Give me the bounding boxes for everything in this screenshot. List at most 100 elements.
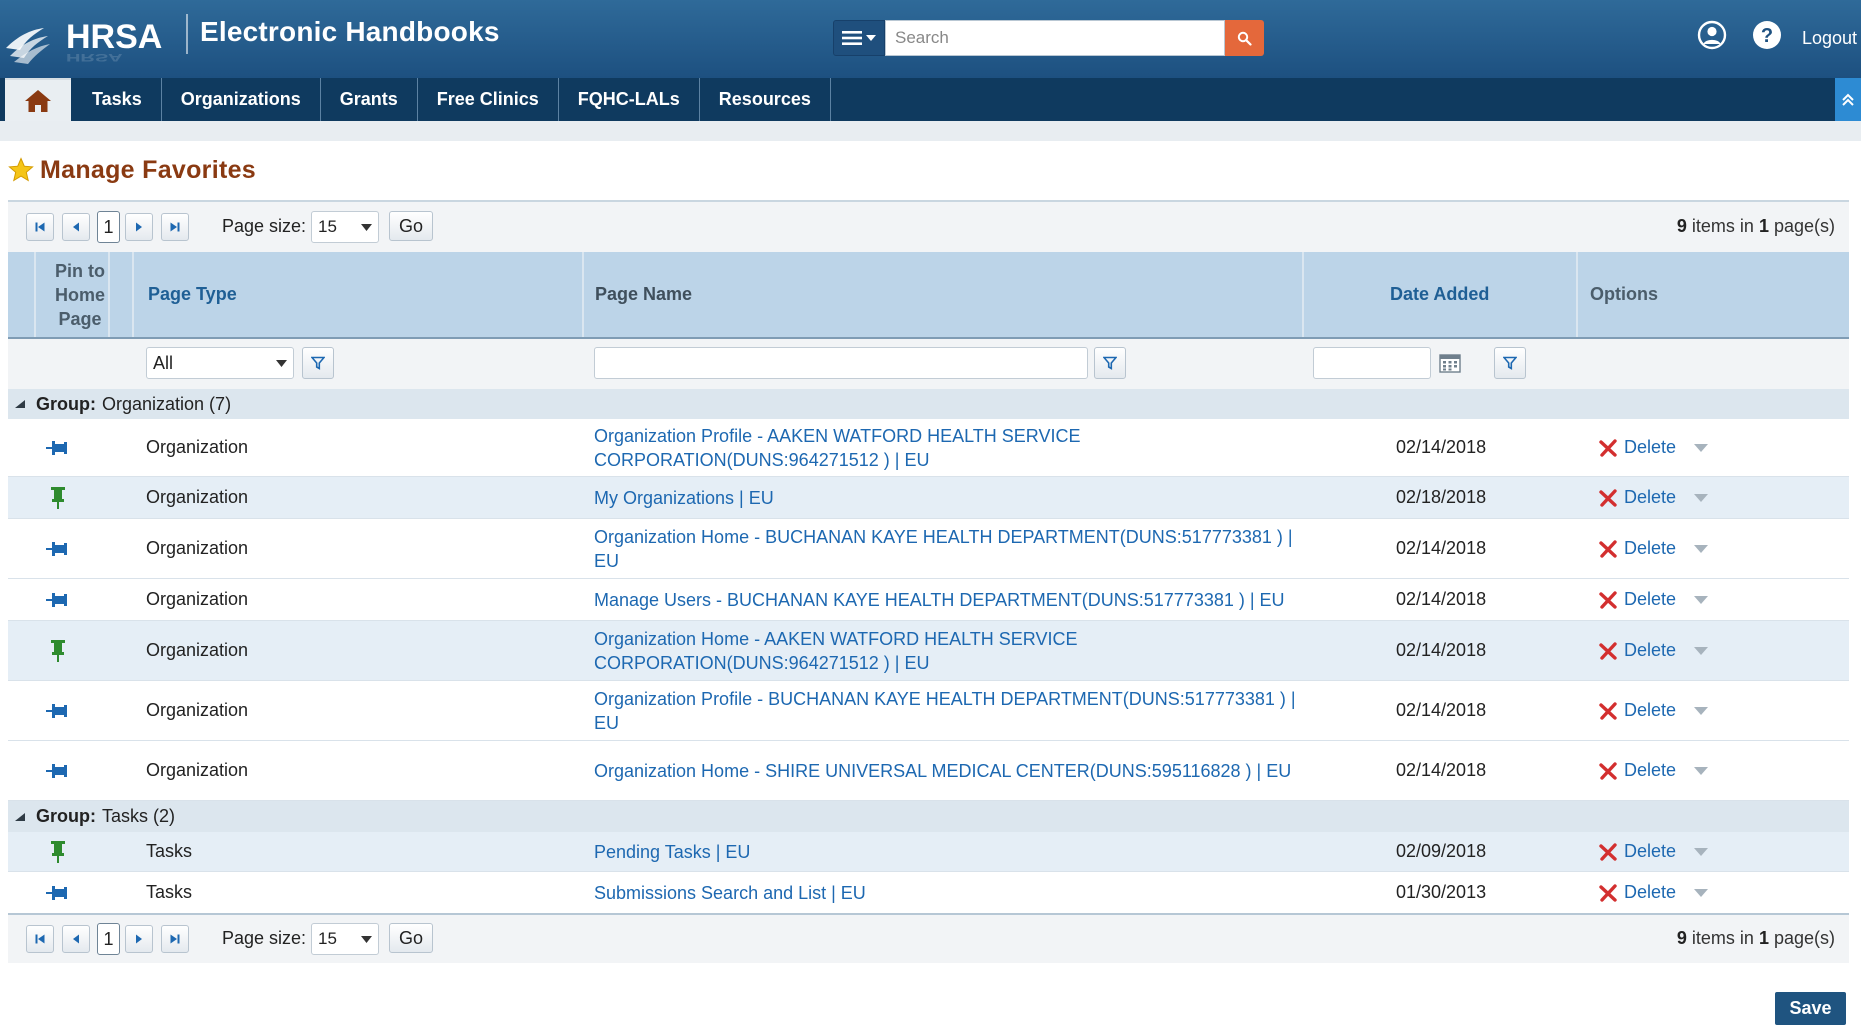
double-chevron-up-icon <box>1842 93 1854 106</box>
pin-toggle[interactable] <box>43 579 73 620</box>
column-header-date-added[interactable]: Date Added <box>1390 252 1489 337</box>
pager-first-button[interactable] <box>26 925 54 953</box>
date-added-filter-input[interactable] <box>1313 347 1431 379</box>
search-button[interactable] <box>1225 20 1264 56</box>
pager-prev-button[interactable] <box>62 925 90 953</box>
page-name-link[interactable]: Pending Tasks | EU <box>594 832 1314 871</box>
nav-collapse-button[interactable] <box>1835 78 1861 121</box>
page-name-filter-button[interactable] <box>1094 347 1126 379</box>
nav-home-tab[interactable] <box>5 78 71 121</box>
caret-down-icon[interactable] <box>1694 706 1709 715</box>
pager-current-page[interactable]: 1 <box>97 923 120 955</box>
caret-down-icon[interactable] <box>1694 544 1709 553</box>
filter-icon <box>1103 356 1117 370</box>
caret-down-icon <box>866 35 876 41</box>
column-header-page-name[interactable]: Page Name <box>595 252 692 337</box>
page-name-link[interactable]: Organization Home - BUCHANAN KAYE HEALTH… <box>594 519 1314 578</box>
nav-tab-free-clinics[interactable]: Free Clinics <box>418 78 559 121</box>
page-name-link[interactable]: My Organizations | EU <box>594 477 1314 518</box>
options-cell: Delete <box>1598 741 1709 800</box>
delete-x-icon[interactable] <box>1598 590 1618 610</box>
page-name-link[interactable]: Organization Home - SHIRE UNIVERSAL MEDI… <box>594 741 1314 800</box>
last-page-icon <box>170 934 180 944</box>
pager-last-button[interactable] <box>161 925 189 953</box>
pin-toggle[interactable] <box>43 872 73 913</box>
pin-toggle[interactable] <box>43 741 73 800</box>
delete-button[interactable]: Delete <box>1624 437 1676 458</box>
page-type-filter-button[interactable] <box>302 347 334 379</box>
user-profile-icon[interactable] <box>1697 20 1727 50</box>
pin-toggle[interactable] <box>43 419 73 476</box>
page-size-select[interactable]: 15 <box>311 923 379 955</box>
caret-down-icon[interactable] <box>1694 493 1709 502</box>
app-title: Electronic Handbooks <box>200 16 500 47</box>
page-type-filter-value: All <box>153 352 174 373</box>
help-icon[interactable]: ? <box>1752 20 1782 50</box>
table-row: Organization Organization Home - BUCHANA… <box>8 519 1849 579</box>
nav-tab-grants[interactable]: Grants <box>321 78 418 121</box>
filter-icon <box>311 356 325 370</box>
nav-tab-organizations[interactable]: Organizations <box>162 78 321 121</box>
page-name-link[interactable]: Submissions Search and List | EU <box>594 872 1314 913</box>
caret-down-icon[interactable] <box>1694 646 1709 655</box>
delete-button[interactable]: Delete <box>1624 487 1676 508</box>
nav-tab-fqhc-lals[interactable]: FQHC-LALs <box>559 78 700 121</box>
page-name-filter-input[interactable] <box>594 347 1088 379</box>
page-name-link[interactable]: Organization Profile - BUCHANAN KAYE HEA… <box>594 681 1314 740</box>
delete-x-icon[interactable] <box>1598 701 1618 721</box>
pager-last-button[interactable] <box>161 213 189 241</box>
delete-x-icon[interactable] <box>1598 842 1618 862</box>
delete-button[interactable]: Delete <box>1624 882 1676 903</box>
pager-next-button[interactable] <box>125 213 153 241</box>
nav-tab-tasks[interactable]: Tasks <box>73 78 162 121</box>
delete-button[interactable]: Delete <box>1624 760 1676 781</box>
logout-link[interactable]: Logout <box>1802 28 1857 49</box>
table-row: Organization My Organizations | EU 02/18… <box>8 477 1849 519</box>
nav-tab-resources[interactable]: Resources <box>700 78 831 121</box>
delete-button[interactable]: Delete <box>1624 589 1676 610</box>
page-name-link[interactable]: Organization Home - AAKEN WATFORD HEALTH… <box>594 621 1314 680</box>
pager-prev-button[interactable] <box>62 213 90 241</box>
hrsa-logo[interactable]: HRSA HRSA <box>0 8 180 68</box>
delete-x-icon[interactable] <box>1598 761 1618 781</box>
caret-down-icon[interactable] <box>1694 847 1709 856</box>
delete-x-icon[interactable] <box>1598 641 1618 661</box>
delete-x-icon[interactable] <box>1598 539 1618 559</box>
pin-toggle[interactable] <box>43 681 73 740</box>
pin-toggle[interactable] <box>43 519 73 578</box>
page-size-value: 15 <box>318 217 337 236</box>
delete-x-icon[interactable] <box>1598 438 1618 458</box>
pager-current-page[interactable]: 1 <box>97 211 120 243</box>
page-type-filter-select[interactable]: All <box>146 347 294 379</box>
save-button[interactable]: Save <box>1775 992 1846 1025</box>
page-size-select[interactable]: 15 <box>311 211 379 243</box>
delete-x-icon[interactable] <box>1598 488 1618 508</box>
delete-button[interactable]: Delete <box>1624 538 1676 559</box>
delete-x-icon[interactable] <box>1598 883 1618 903</box>
pager-first-button[interactable] <box>26 213 54 241</box>
group-header-organization[interactable]: Group: Organization (7) <box>8 389 1849 419</box>
pin-toggle[interactable] <box>43 832 73 871</box>
page-name-link[interactable]: Organization Profile - AAKEN WATFORD HEA… <box>594 419 1314 476</box>
caret-down-icon[interactable] <box>1694 888 1709 897</box>
search-menu-button[interactable] <box>833 20 885 56</box>
caret-down-icon[interactable] <box>1694 766 1709 775</box>
search-input[interactable] <box>885 20 1225 56</box>
date-added-filter-button[interactable] <box>1494 347 1526 379</box>
pager-go-button[interactable]: Go <box>389 211 433 241</box>
delete-button[interactable]: Delete <box>1624 841 1676 862</box>
caret-down-icon[interactable] <box>1694 443 1709 452</box>
date-picker-button[interactable] <box>1436 349 1464 377</box>
column-header-page-type[interactable]: Page Type <box>148 252 237 337</box>
delete-button[interactable]: Delete <box>1624 640 1676 661</box>
pin-toggle[interactable] <box>43 621 73 680</box>
pin-toggle[interactable] <box>43 477 73 518</box>
pin-horizontal-icon <box>46 592 67 607</box>
delete-button[interactable]: Delete <box>1624 700 1676 721</box>
pager-next-button[interactable] <box>125 925 153 953</box>
pager-go-button[interactable]: Go <box>389 923 433 953</box>
page-name-link[interactable]: Manage Users - BUCHANAN KAYE HEALTH DEPA… <box>594 579 1314 620</box>
caret-down-icon[interactable] <box>1694 595 1709 604</box>
page-type-cell: Organization <box>146 700 249 720</box>
group-header-tasks[interactable]: Group: Tasks (2) <box>8 801 1849 832</box>
